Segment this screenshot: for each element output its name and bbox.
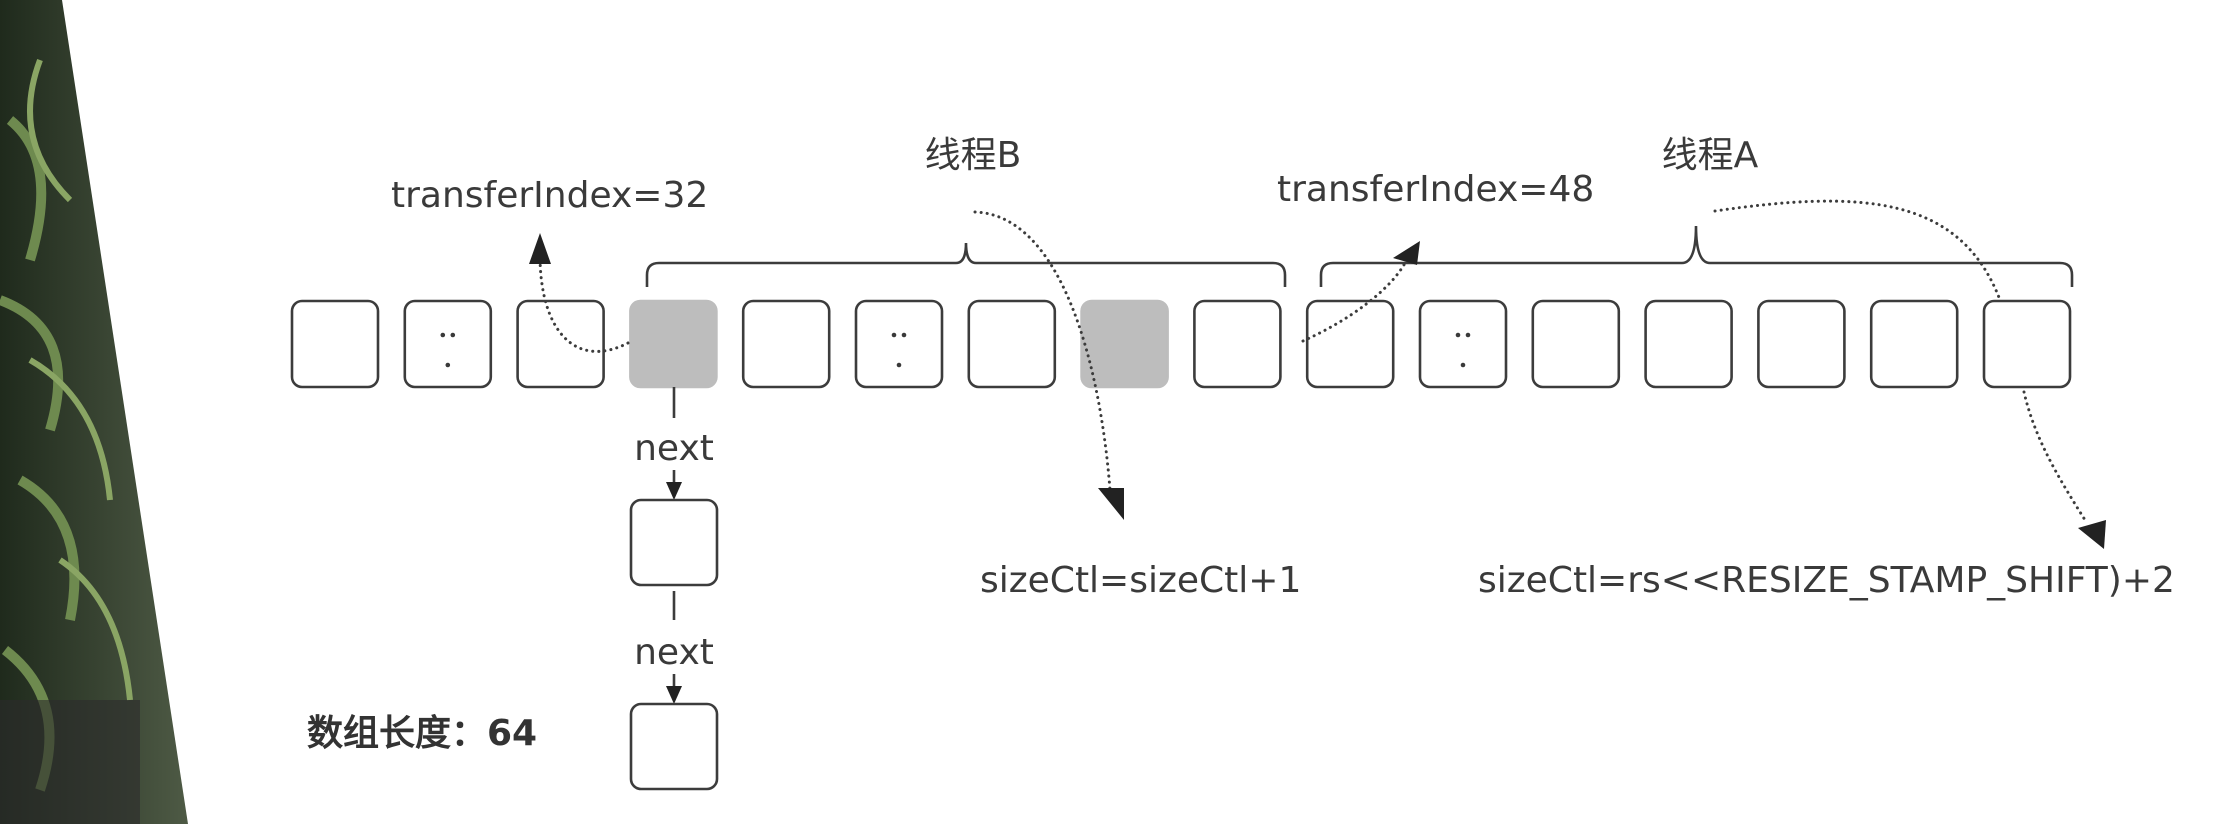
ellipsis-dot: [450, 332, 456, 338]
linked-chain: next next: [629, 387, 719, 791]
array-length-label: 数组长度：64: [307, 713, 537, 754]
array-cell: [1644, 299, 1733, 389]
thread-b-label: 线程B: [925, 135, 1022, 176]
array-cell: [967, 299, 1057, 389]
arrowhead-transferindex-48: [1393, 241, 1420, 265]
arrow-thread-a-to-cell: [1713, 199, 2002, 302]
array-cell: [1757, 299, 1846, 389]
ellipsis-dot: [891, 332, 897, 338]
array-cell: [516, 299, 605, 389]
array-cell: [1982, 299, 2072, 389]
thread-a-label: 线程A: [1662, 135, 1759, 176]
chain-arrowhead-2: [666, 686, 682, 704]
chain-node-1: [629, 498, 719, 587]
array-cell: [854, 299, 944, 389]
ellipsis-dot: [440, 332, 446, 338]
ellipsis-dot: [896, 362, 902, 368]
array-cells: [290, 299, 2072, 389]
arrow-cell-to-sizectl-a: [2022, 390, 2087, 522]
ellipsis-dot: [901, 332, 907, 338]
array-cell-processed: [629, 299, 718, 389]
background-plant-photo: [0, 0, 188, 824]
labels: 线程B 线程A transferIndex=32 transferIndex=4…: [307, 135, 2175, 754]
array-cell: [290, 299, 380, 389]
array-cell: [403, 299, 493, 389]
next-label-1: next: [634, 428, 714, 469]
arrowhead-transferindex-32: [529, 233, 551, 264]
array-cell: [1418, 299, 1508, 389]
array-cell: [1531, 299, 1621, 389]
sizectl-thread-b-label: sizeCtl=sizeCtl+1: [980, 560, 1301, 601]
array-cell: [1869, 299, 1959, 389]
thread-b-brace: [645, 242, 1287, 287]
transferindex-32-label: transferIndex=32: [391, 175, 708, 216]
ellipsis-dot: [1460, 362, 1466, 368]
array-cell-processed: [1080, 299, 1169, 389]
thread-a-brace: [1319, 225, 2074, 287]
sizectl-thread-a-label: sizeCtl=rs<<RESIZE_STAMP_SHIFT)+2: [1478, 560, 2175, 601]
array-cell: [741, 299, 831, 389]
next-label-2: next: [634, 632, 714, 673]
ellipsis-dot: [1465, 332, 1471, 338]
chain-arrowhead-1: [666, 482, 682, 500]
ellipsis-dot: [445, 362, 451, 368]
transferindex-48-label: transferIndex=48: [1277, 169, 1594, 210]
array-cell: [1193, 299, 1282, 389]
ellipsis-dot: [1455, 332, 1461, 338]
arrowhead-sizectl-a: [2078, 520, 2106, 549]
resize-diagram: next next 线程B 线程A transferIndex=32 trans…: [0, 0, 2175, 824]
chain-node-2: [629, 702, 719, 791]
arrowhead-sizectl-b: [1098, 488, 1124, 520]
